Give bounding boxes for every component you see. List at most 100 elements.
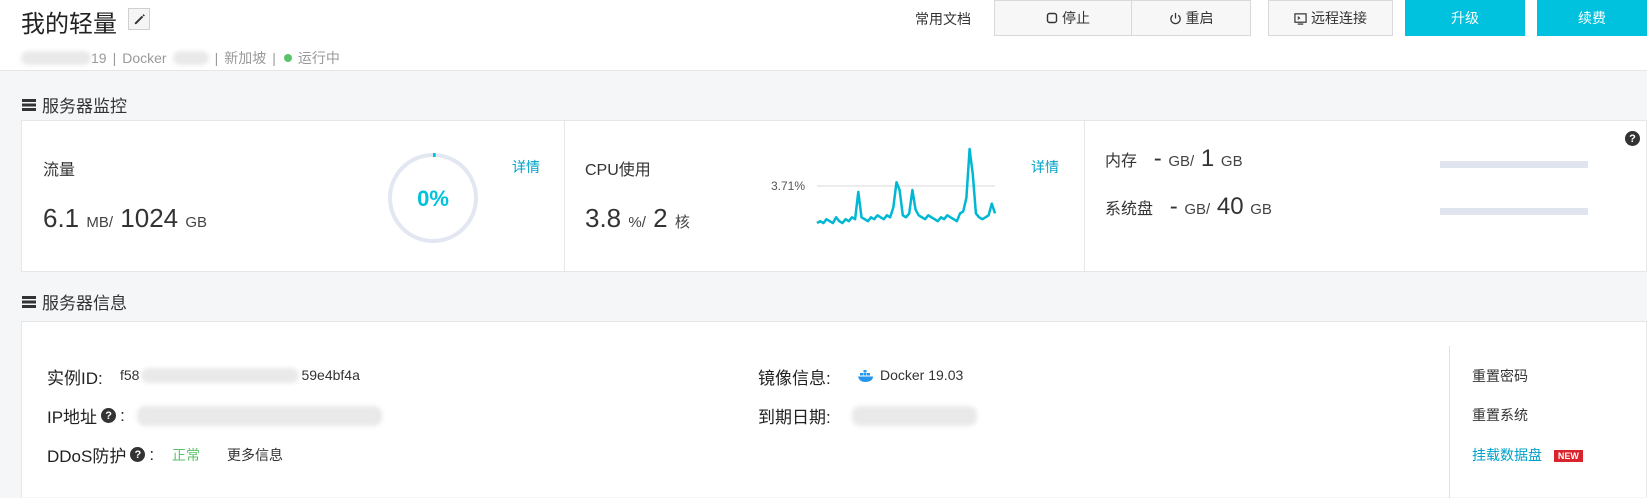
ip-label: IP地址 — [47, 408, 98, 427]
traffic-total: 1024 — [120, 203, 179, 233]
traffic-label: 流量 — [43, 162, 76, 179]
gauge-percent: 0% — [417, 186, 449, 211]
instance-id-prefix: f58 — [120, 367, 140, 383]
ip-label-row: IP地址 ? : — [47, 403, 125, 428]
disk-total: 40 — [1216, 193, 1244, 220]
server-icon — [22, 295, 36, 308]
traffic-value: 6.1 MB/ 1024 GB — [43, 203, 207, 234]
help-icon[interactable]: ? — [130, 447, 146, 462]
disk-row: 系统盘 - GB/ 40 GB — [1105, 193, 1272, 221]
traffic-gauge: 0% — [388, 153, 478, 243]
slash: / — [1190, 153, 1195, 170]
stop-button[interactable]: 停止 — [994, 0, 1142, 36]
traffic-detail-link[interactable]: 详情 — [512, 157, 540, 177]
actions-divider — [1449, 346, 1450, 498]
instance-id-suffix: 19 — [91, 50, 107, 66]
separator: | — [214, 50, 219, 66]
cpu-label: CPU使用 — [585, 162, 651, 179]
page-title: 我的轻量 — [21, 11, 117, 38]
separator: | — [112, 50, 117, 66]
memory-total: 1 — [1200, 145, 1215, 172]
instance-id-redacted — [141, 367, 300, 383]
traffic-used-unit: MB — [86, 214, 109, 231]
docs-link[interactable]: 常用文档 — [915, 9, 971, 29]
image-version-redacted — [172, 51, 209, 65]
slash: / — [1206, 201, 1211, 218]
stop-icon — [1046, 12, 1058, 24]
instance-id-value: f58 59e4bf4a — [120, 367, 360, 383]
ddos-status: 正常 — [172, 447, 200, 463]
traffic-panel: 流量 6.1 MB/ 1024 GB 0% 详情 — [22, 121, 564, 271]
remote-connect-label: 远程连接 — [1311, 10, 1367, 26]
ddos-label: DDoS防护 — [47, 447, 127, 466]
mount-disk-row: 挂载数据盘 NEW — [1472, 445, 1583, 465]
instance-header: 我的轻量 19 | Docker | 新加坡 | 运行中 常用文档 停止 重启 … — [0, 0, 1647, 71]
traffic-total-unit: GB — [185, 214, 208, 231]
cpu-panel: CPU使用 3.8 %/ 2 核 3.71% 详情 — [565, 121, 1084, 271]
instance-subline: 19 | Docker | 新加坡 | 运行中 — [21, 48, 340, 68]
peak-label: 3.71% — [771, 179, 805, 193]
image-name: Docker — [122, 50, 167, 66]
expire-label: 到期日期: — [758, 408, 831, 427]
image-value: Docker 19.03 — [880, 367, 964, 383]
separator: | — [272, 50, 276, 66]
disk-total-unit: GB — [1250, 201, 1272, 218]
edit-icon[interactable] — [128, 8, 150, 30]
traffic-used: 6.1 — [43, 203, 80, 233]
reset-password-link[interactable]: 重置密码 — [1472, 366, 1528, 386]
cpu-cores: 2 — [653, 203, 668, 233]
cpu-sparkline: 3.71% — [771, 147, 997, 225]
slash: / — [108, 214, 114, 231]
memory-total-unit: GB — [1220, 153, 1243, 170]
help-icon[interactable]: ? — [101, 408, 117, 423]
ip-address-redacted — [137, 406, 382, 426]
ddos-label-row: DDoS防护 ? : — [47, 442, 154, 467]
server-icon — [22, 98, 36, 111]
upgrade-button[interactable]: 升级 — [1405, 0, 1525, 36]
new-badge: NEW — [1553, 450, 1583, 463]
disk-label: 系统盘 — [1105, 201, 1154, 218]
ddos-more-info-link[interactable]: 更多信息 — [227, 445, 283, 465]
cpu-usage-unit: % — [628, 214, 642, 231]
slash: / — [641, 214, 646, 231]
cpu-cores-unit: 核 — [674, 214, 690, 231]
memory-used: - — [1153, 145, 1162, 172]
remote-connect-button[interactable]: 远程连接 — [1268, 0, 1393, 36]
renew-button[interactable]: 续费 — [1537, 0, 1647, 36]
upgrade-label: 升级 — [1451, 10, 1479, 26]
ddos-colon: : — [149, 444, 155, 464]
memory-row: 内存 - GB/ 1 GB — [1105, 145, 1243, 173]
expire-date-redacted — [852, 406, 977, 426]
cpu-value: 3.8 %/ 2 核 — [585, 203, 690, 234]
image-value-row: Docker 19.03 — [857, 367, 963, 383]
info-title-text: 服务器信息 — [42, 294, 127, 313]
cpu-usage: 3.8 — [585, 203, 622, 233]
info-card: 实例ID: f58 59e4bf4a IP地址 ? : DDoS防护 ? : 正… — [21, 321, 1647, 498]
restart-label: 重启 — [1185, 10, 1214, 26]
status-dot — [283, 54, 292, 62]
reset-system-link[interactable]: 重置系统 — [1472, 405, 1528, 425]
monitor-title-text: 服务器监控 — [42, 97, 127, 116]
status-text: 运行中 — [297, 50, 340, 66]
info-section-title: 服务器信息 — [22, 289, 127, 314]
instance-id-label: 实例ID: — [47, 369, 103, 388]
power-icon — [1169, 12, 1181, 24]
region: 新加坡 — [224, 50, 267, 66]
monitor-card: 流量 6.1 MB/ 1024 GB 0% 详情 CPU使用 3.8 %/ 2 … — [21, 120, 1647, 272]
mount-disk-link[interactable]: 挂载数据盘 — [1472, 447, 1542, 463]
monitor-section-title: 服务器监控 — [22, 92, 127, 117]
disk-used: - — [1169, 193, 1178, 220]
memory-label: 内存 — [1105, 153, 1138, 170]
docker-icon — [858, 369, 873, 382]
cpu-detail-link[interactable]: 详情 — [1031, 157, 1059, 177]
resource-panel: 内存 - GB/ 1 GB 系统盘 - GB/ 40 GB ? — [1085, 121, 1647, 271]
restart-button[interactable]: 重启 — [1131, 0, 1251, 36]
disk-usage-bar — [1440, 208, 1588, 215]
memory-used-unit: GB — [1168, 153, 1191, 170]
disk-used-unit: GB — [1184, 201, 1207, 218]
help-icon[interactable]: ? — [1625, 131, 1640, 146]
memory-usage-bar — [1440, 161, 1588, 168]
stop-label: 停止 — [1062, 10, 1090, 26]
terminal-icon — [1294, 12, 1307, 25]
instance-id-redacted — [21, 51, 91, 65]
